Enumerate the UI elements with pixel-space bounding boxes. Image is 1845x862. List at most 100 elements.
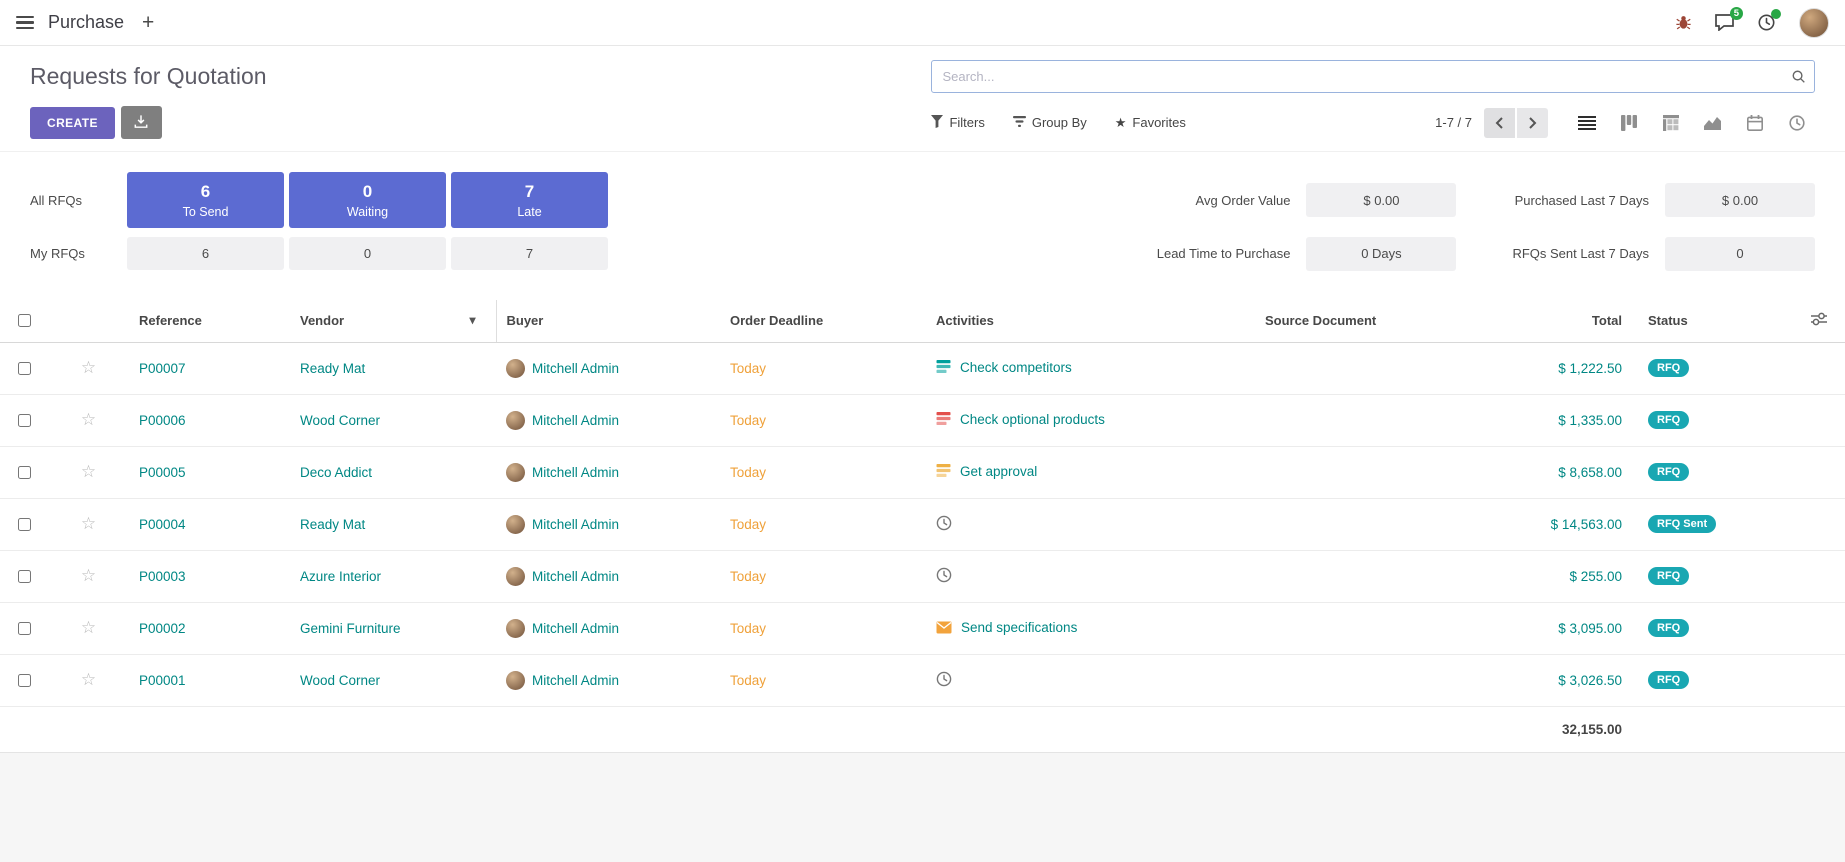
reference-link[interactable]: P00001 — [139, 673, 186, 688]
buyer-link[interactable]: Mitchell Admin — [532, 361, 619, 376]
buyer-link[interactable]: Mitchell Admin — [532, 413, 619, 428]
filters-button[interactable]: Filters — [931, 115, 984, 131]
kpi-card-waiting[interactable]: 0 Waiting — [289, 172, 446, 228]
reference-link[interactable]: P00005 — [139, 465, 186, 480]
table-row[interactable]: ☆P00002Gemini FurnitureMitchell AdminTod… — [0, 602, 1845, 654]
row-checkbox[interactable] — [18, 466, 31, 479]
vendor-link[interactable]: Wood Corner — [300, 673, 380, 688]
row-checkbox[interactable] — [18, 414, 31, 427]
calendar-view-icon[interactable] — [1736, 107, 1773, 138]
buyer-avatar — [506, 359, 525, 378]
my-waiting-card[interactable]: 0 — [289, 237, 446, 270]
table-row[interactable]: ☆P00001Wood CornerMitchell AdminToday$ 3… — [0, 654, 1845, 706]
row-checkbox[interactable] — [18, 674, 31, 687]
reference-link[interactable]: P00002 — [139, 621, 186, 636]
my-to-send-card[interactable]: 6 — [127, 237, 284, 270]
pager-previous-button[interactable] — [1484, 108, 1515, 138]
vendor-link[interactable]: Gemini Furniture — [300, 621, 401, 636]
pivot-view-icon[interactable] — [1652, 107, 1689, 138]
buyer-avatar — [506, 671, 525, 690]
buyer-link[interactable]: Mitchell Admin — [532, 465, 619, 480]
buyer-link[interactable]: Mitchell Admin — [532, 569, 619, 584]
my-late-card[interactable]: 7 — [451, 237, 608, 270]
activity-clock-icon[interactable] — [936, 671, 952, 690]
activity-clock-icon[interactable] — [936, 567, 952, 586]
column-header-vendor[interactable]: Vendor ▾ — [290, 300, 496, 342]
search-icon[interactable] — [1791, 69, 1806, 89]
source-document-cell — [1255, 602, 1528, 654]
export-button[interactable] — [121, 106, 162, 139]
reference-link[interactable]: P00003 — [139, 569, 186, 584]
row-checkbox[interactable] — [18, 362, 31, 375]
optional-columns-icon[interactable] — [1811, 312, 1827, 329]
table-row[interactable]: ☆P00004Ready MatMitchell AdminToday$ 14,… — [0, 498, 1845, 550]
activity-view-icon[interactable] — [1778, 107, 1815, 138]
apps-menu-icon[interactable] — [16, 16, 34, 29]
kpi-card-late[interactable]: 7 Late — [451, 172, 608, 228]
order-deadline: Today — [730, 361, 766, 376]
favorites-button[interactable]: ★ Favorites — [1115, 115, 1186, 131]
activity-envelope-icon[interactable] — [936, 621, 952, 637]
graph-view-icon[interactable] — [1694, 107, 1731, 138]
pager-next-button[interactable] — [1517, 108, 1548, 138]
column-header-buyer[interactable]: Buyer — [496, 300, 720, 342]
reference-link[interactable]: P00006 — [139, 413, 186, 428]
favorite-star-icon[interactable]: ☆ — [81, 670, 96, 689]
table-row[interactable]: ☆P00005Deco AddictMitchell AdminTodayGet… — [0, 446, 1845, 498]
column-header-source-document[interactable]: Source Document — [1255, 300, 1528, 342]
activity-label[interactable]: Check optional products — [960, 412, 1105, 427]
page-title: Requests for Quotation — [30, 63, 267, 90]
column-header-reference[interactable]: Reference — [129, 300, 290, 342]
column-header-activities[interactable]: Activities — [926, 300, 1255, 342]
activity-clock-icon[interactable] — [936, 515, 952, 534]
select-all-checkbox[interactable] — [18, 314, 31, 327]
group-by-icon — [1013, 115, 1026, 131]
buyer-link[interactable]: Mitchell Admin — [532, 673, 619, 688]
buyer-link[interactable]: Mitchell Admin — [532, 517, 619, 532]
vendor-link[interactable]: Azure Interior — [300, 569, 381, 584]
messages-icon[interactable]: 5 — [1715, 14, 1734, 31]
plus-icon[interactable]: + — [142, 12, 154, 33]
column-header-total[interactable]: Total — [1528, 300, 1638, 342]
favorite-star-icon[interactable]: ☆ — [81, 566, 96, 585]
table-row[interactable]: ☆P00003Azure InteriorMitchell AdminToday… — [0, 550, 1845, 602]
activity-label[interactable]: Send specifications — [961, 620, 1077, 635]
reference-link[interactable]: P00004 — [139, 517, 186, 532]
activity-list-icon[interactable] — [936, 463, 951, 481]
create-button[interactable]: CREATE — [30, 107, 115, 139]
favorite-star-icon[interactable]: ☆ — [81, 462, 96, 481]
search-input[interactable] — [931, 60, 1815, 93]
favorite-star-icon[interactable]: ☆ — [81, 358, 96, 377]
activities-clock-icon[interactable] — [1758, 14, 1775, 31]
activity-list-icon[interactable] — [936, 411, 951, 429]
column-header-order-deadline[interactable]: Order Deadline — [720, 300, 926, 342]
activity-label[interactable]: Get approval — [960, 464, 1037, 479]
favorite-star-icon[interactable]: ☆ — [81, 514, 96, 533]
favorite-star-icon[interactable]: ☆ — [81, 618, 96, 637]
status-badge: RFQ — [1648, 463, 1689, 481]
row-checkbox[interactable] — [18, 570, 31, 583]
header-label: Activities — [936, 313, 994, 328]
vendor-link[interactable]: Wood Corner — [300, 413, 380, 428]
vendor-link[interactable]: Ready Mat — [300, 517, 365, 532]
vendor-link[interactable]: Ready Mat — [300, 361, 365, 376]
debug-bug-icon[interactable] — [1676, 15, 1691, 30]
list-view-icon[interactable] — [1568, 107, 1605, 138]
group-by-button[interactable]: Group By — [1013, 115, 1087, 131]
table-row[interactable]: ☆ P00007 Ready Mat Mitchell Admin Today Check… — [0, 342, 1845, 394]
buyer-avatar — [506, 567, 525, 586]
reference-link[interactable]: P00007 — [139, 361, 186, 376]
activity-label[interactable]: Check competitors — [960, 360, 1072, 375]
favorite-star-icon[interactable]: ☆ — [81, 410, 96, 429]
app-name-menu[interactable]: Purchase — [48, 12, 124, 33]
user-avatar[interactable] — [1799, 8, 1829, 38]
buyer-link[interactable]: Mitchell Admin — [532, 621, 619, 636]
kanban-view-icon[interactable] — [1610, 107, 1647, 138]
kpi-card-to-send[interactable]: 6 To Send — [127, 172, 284, 228]
column-header-status[interactable]: Status — [1638, 300, 1745, 342]
vendor-link[interactable]: Deco Addict — [300, 465, 372, 480]
row-checkbox[interactable] — [18, 622, 31, 635]
activity-list-icon[interactable] — [936, 359, 951, 377]
table-row[interactable]: ☆P00006Wood CornerMitchell AdminTodayChe… — [0, 394, 1845, 446]
row-checkbox[interactable] — [18, 518, 31, 531]
